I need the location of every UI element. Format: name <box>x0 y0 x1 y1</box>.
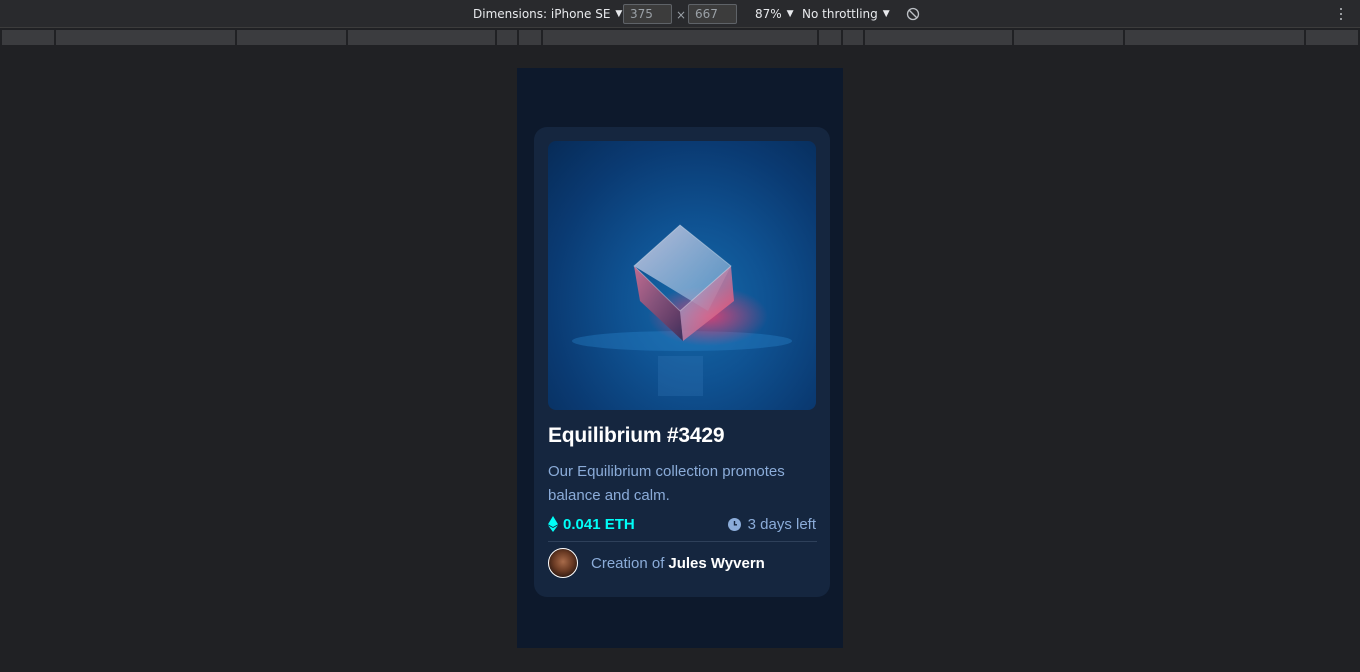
ethereum-icon <box>548 516 558 532</box>
zoom-select[interactable]: 87% ▼ <box>755 0 794 28</box>
mq-segment[interactable] <box>348 30 495 45</box>
mq-segment[interactable] <box>237 30 346 45</box>
mq-segment[interactable] <box>2 30 54 45</box>
caret-down-icon: ▼ <box>615 9 623 19</box>
avatar <box>548 548 578 578</box>
price-row: 0.041 ETH <box>548 514 635 534</box>
zoom-label: 87% <box>755 7 782 21</box>
mq-segment[interactable] <box>1306 30 1358 45</box>
mq-segment[interactable] <box>819 30 841 45</box>
nft-image[interactable] <box>548 141 816 410</box>
creator-row: Creation of Jules Wyvern <box>548 548 765 578</box>
times-symbol: × <box>676 8 687 22</box>
mq-segment[interactable] <box>497 30 517 45</box>
nft-card: Equilibrium #3429 Our Equilibrium collec… <box>534 127 830 597</box>
throttling-select[interactable]: No throttling ▼ <box>802 0 890 28</box>
price-value: 0.041 ETH <box>563 515 635 533</box>
width-input[interactable]: 375 <box>623 4 672 24</box>
divider <box>548 541 817 542</box>
nft-description: Our Equilibrium collection promotes bala… <box>548 463 785 504</box>
mq-segment[interactable] <box>543 30 817 45</box>
height-input[interactable]: 667 <box>688 4 737 24</box>
clock-icon <box>727 517 741 531</box>
mq-segment[interactable] <box>56 30 235 45</box>
mq-segment[interactable] <box>865 30 1012 45</box>
mq-segment[interactable] <box>843 30 863 45</box>
device-select[interactable]: Dimensions: iPhone SE ▼ <box>473 0 622 28</box>
caret-down-icon: ▼ <box>882 9 890 19</box>
creator-prefix: Creation of <box>591 554 665 572</box>
time-left-value: 3 days left <box>747 515 816 533</box>
throttling-label: No throttling <box>802 7 878 21</box>
mq-segment[interactable] <box>1125 30 1304 45</box>
mq-segment[interactable] <box>1014 30 1123 45</box>
caret-down-icon: ▼ <box>786 9 794 19</box>
cube-illustration <box>572 224 792 396</box>
media-query-bar <box>0 29 1360 46</box>
mq-segment[interactable] <box>519 30 541 45</box>
device-viewport: Equilibrium #3429 Our Equilibrium collec… <box>517 68 843 648</box>
nft-title[interactable]: Equilibrium #3429 <box>548 424 818 448</box>
rotate-icon[interactable] <box>906 7 920 21</box>
time-left-row: 3 days left <box>727 514 816 534</box>
creator-name-link[interactable]: Jules Wyvern <box>668 555 764 572</box>
more-options-icon[interactable] <box>1336 7 1346 21</box>
device-label: Dimensions: iPhone SE <box>473 7 611 21</box>
device-toolbar: Dimensions: iPhone SE ▼ 375 × 667 87% ▼ … <box>0 0 1360 28</box>
